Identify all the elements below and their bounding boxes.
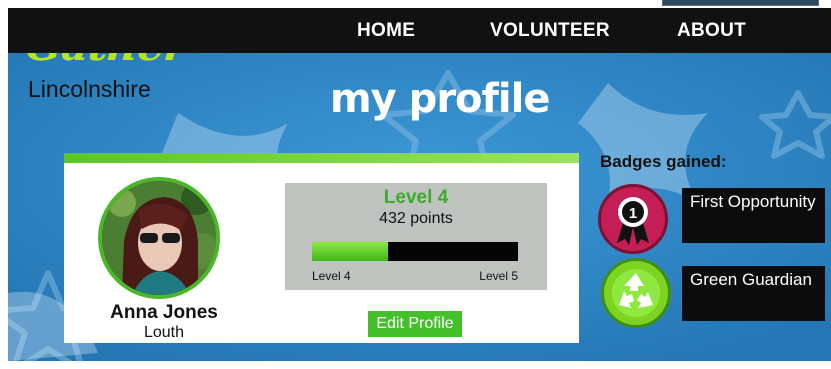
recycle-glyph xyxy=(612,269,660,317)
logo-lincolnshire: Lincolnshire xyxy=(28,76,151,102)
level-progress-fill xyxy=(312,242,389,261)
page-title: my profile xyxy=(330,76,550,122)
avatar-photo xyxy=(102,181,216,295)
level-progress-bar xyxy=(312,242,518,261)
header-thumbnail xyxy=(662,0,819,6)
edit-profile-button[interactable]: Edit Profile xyxy=(368,311,462,337)
main-nav: HOME VOLUNTEER ABOUT xyxy=(8,11,831,53)
ribbon-medal-icon: 1 xyxy=(598,184,668,254)
nav-volunteer[interactable]: VOLUNTEER xyxy=(490,20,610,42)
badge-label-green-guardian: Green Guardian xyxy=(682,266,825,321)
nav-home[interactable]: HOME xyxy=(357,20,415,42)
page: HOME VOLUNTEER ABOUT Gather xyxy=(0,0,831,369)
progress-start-label: Level 4 xyxy=(312,269,351,283)
top-strip xyxy=(0,0,831,8)
avatar xyxy=(98,177,220,299)
svg-text:1: 1 xyxy=(629,205,637,222)
points-count: 432 points xyxy=(379,210,453,227)
user-name: Anna Jones xyxy=(110,302,218,323)
logo-gather[interactable]: Gather xyxy=(23,53,188,71)
badge-label-first-opportunity: First Opportunity xyxy=(682,188,825,243)
nav-about[interactable]: ABOUT xyxy=(677,20,746,42)
recycle-icon xyxy=(601,258,671,328)
progress-end-label: Level 5 xyxy=(479,269,518,283)
card-accent-bar xyxy=(64,153,579,163)
profile-card: Anna Jones Louth Level 4 432 points Leve… xyxy=(64,153,579,343)
level-title: Level 4 xyxy=(383,187,449,208)
badges-title: Badges gained: xyxy=(600,152,727,171)
medal-glyph: 1 xyxy=(617,197,649,245)
user-location: Louth xyxy=(143,324,185,341)
level-panel: Level 4 432 points Level 4 Level 5 xyxy=(285,183,547,290)
bottom-strip xyxy=(0,361,831,369)
